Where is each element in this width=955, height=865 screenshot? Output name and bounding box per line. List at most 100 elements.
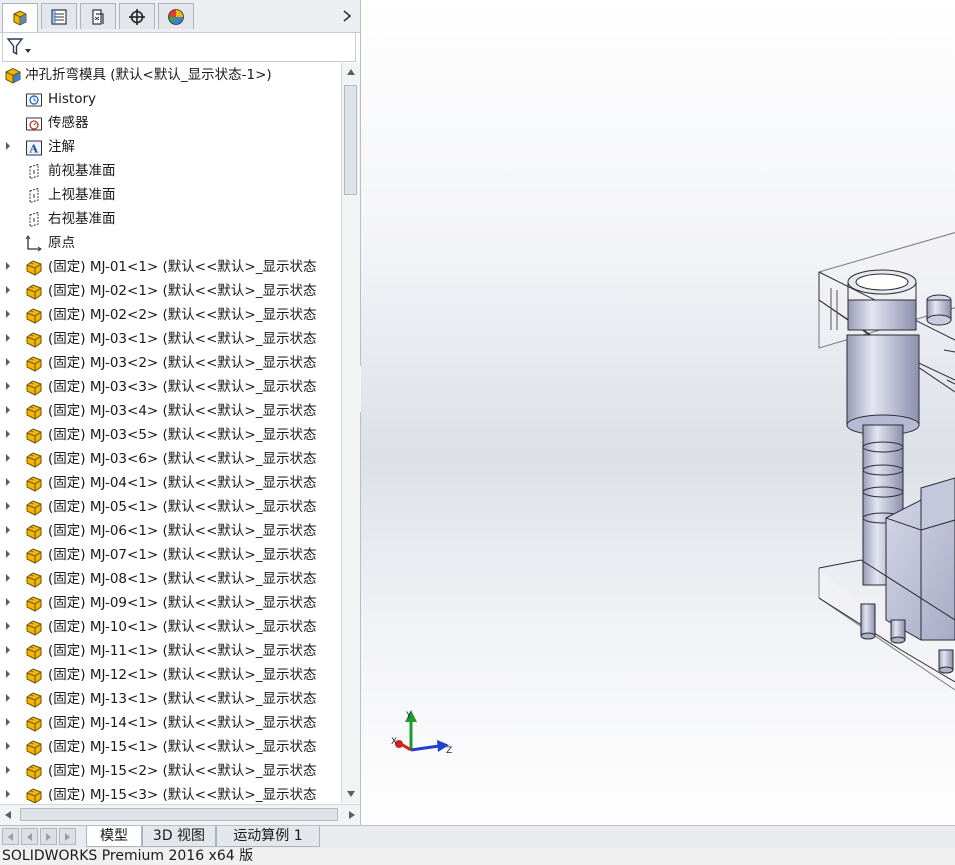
tree-item[interactable]: (固定) MJ-06<1> (默认<<默认>_显示状态 <box>0 519 341 543</box>
tree-item[interactable]: 传感器 <box>0 111 341 135</box>
expand-arrow-icon[interactable] <box>6 670 10 678</box>
die-assembly-model[interactable] <box>361 0 955 825</box>
graphics-area[interactable]: Y X Z <box>361 0 955 825</box>
tree-item[interactable]: (固定) MJ-15<2> (默认<<默认>_显示状态 <box>0 759 341 783</box>
expand-arrow-icon[interactable] <box>6 430 10 438</box>
tab-configuration-manager[interactable] <box>80 3 116 29</box>
tree-item[interactable]: (固定) MJ-04<1> (默认<<默认>_显示状态 <box>0 471 341 495</box>
tree-item[interactable]: 原点 <box>0 231 341 255</box>
tree-item-label: (固定) MJ-15<3> (默认<<默认>_显示状态 <box>48 787 317 803</box>
expand-arrow-icon[interactable] <box>6 574 10 582</box>
expand-arrow-icon[interactable] <box>6 262 10 270</box>
tab-dimxpert-manager[interactable] <box>119 3 155 29</box>
tree-item-label: (固定) MJ-15<2> (默认<<默认>_显示状态 <box>48 763 317 779</box>
expand-arrow-icon[interactable] <box>6 382 10 390</box>
part-icon <box>26 524 42 540</box>
tree-item[interactable]: A 注解 <box>0 135 341 159</box>
part-icon <box>26 308 42 324</box>
tree-item[interactable]: (固定) MJ-03<1> (默认<<默认>_显示状态 <box>0 327 341 351</box>
filter-icon[interactable] <box>6 37 32 57</box>
part-icon <box>26 788 42 803</box>
tab-overflow-chevron-icon[interactable] <box>340 6 354 26</box>
expand-arrow-icon[interactable] <box>6 766 10 774</box>
tree-root-assembly[interactable]: 冲孔折弯模具 (默认<默认_显示状态-1>) <box>0 63 341 87</box>
tree-item[interactable]: (固定) MJ-11<1> (默认<<默认>_显示状态 <box>0 639 341 663</box>
tree-item[interactable]: (固定) MJ-05<1> (默认<<默认>_显示状态 <box>0 495 341 519</box>
expand-arrow-icon[interactable] <box>6 550 10 558</box>
tree-filter-bar[interactable] <box>2 32 356 62</box>
expand-arrow-icon[interactable] <box>6 142 10 150</box>
status-bar: SOLIDWORKS Premium 2016 x64 版 <box>0 848 955 865</box>
part-icon <box>26 764 42 780</box>
scroll-down-arrow-icon[interactable] <box>347 791 355 797</box>
expand-arrow-icon[interactable] <box>6 742 10 750</box>
tree-item[interactable]: (固定) MJ-14<1> (默认<<默认>_显示状态 <box>0 711 341 735</box>
scroll-right-arrow-icon[interactable] <box>349 811 355 819</box>
expand-arrow-icon[interactable] <box>6 694 10 702</box>
tree-item[interactable]: 右视基准面 <box>0 207 341 231</box>
last-tab-button[interactable] <box>59 828 76 845</box>
tree-item[interactable]: (固定) MJ-09<1> (默认<<默认>_显示状态 <box>0 591 341 615</box>
tree-horizontal-scrollbar[interactable] <box>0 804 360 825</box>
tree-item[interactable]: (固定) MJ-08<1> (默认<<默认>_显示状态 <box>0 567 341 591</box>
expand-arrow-icon[interactable] <box>6 478 10 486</box>
tree-item-label: (固定) MJ-13<1> (默认<<默认>_显示状态 <box>48 691 317 707</box>
svg-text:A: A <box>29 143 39 156</box>
tree-item[interactable]: (固定) MJ-10<1> (默认<<默认>_显示状态 <box>0 615 341 639</box>
tree-item-label: (固定) MJ-11<1> (默认<<默认>_显示状态 <box>48 643 317 659</box>
tab-motion-study[interactable]: 运动算例 1 <box>216 826 320 847</box>
tree-item[interactable]: (固定) MJ-07<1> (默认<<默认>_显示状态 <box>0 543 341 567</box>
expand-arrow-icon[interactable] <box>6 334 10 342</box>
manager-tab-strip <box>0 0 360 33</box>
expand-arrow-icon[interactable] <box>6 358 10 366</box>
tree-item[interactable]: 上视基准面 <box>0 183 341 207</box>
tree-item[interactable]: (固定) MJ-15<3> (默认<<默认>_显示状态 <box>0 783 341 803</box>
tree-item[interactable]: (固定) MJ-02<2> (默认<<默认>_显示状态 <box>0 303 341 327</box>
tree-item[interactable]: (固定) MJ-15<1> (默认<<默认>_显示状态 <box>0 735 341 759</box>
expand-arrow-icon[interactable] <box>6 286 10 294</box>
tree-item[interactable]: (固定) MJ-03<2> (默认<<默认>_显示状态 <box>0 351 341 375</box>
tree-item-label: (固定) MJ-02<1> (默认<<默认>_显示状态 <box>48 283 317 299</box>
tree-item[interactable]: (固定) MJ-02<1> (默认<<默认>_显示状态 <box>0 279 341 303</box>
tree-item-label: (固定) MJ-03<2> (默认<<默认>_显示状态 <box>48 355 317 371</box>
scrollbar-thumb[interactable] <box>344 85 357 195</box>
tab-model[interactable]: 模型 <box>86 826 142 847</box>
tab-property-manager[interactable] <box>41 3 77 29</box>
next-tab-button[interactable] <box>40 828 57 845</box>
expand-arrow-icon[interactable] <box>6 790 10 798</box>
tree-item[interactable]: (固定) MJ-13<1> (默认<<默认>_显示状态 <box>0 687 341 711</box>
scroll-left-arrow-icon[interactable] <box>5 811 11 819</box>
expand-arrow-icon[interactable] <box>6 526 10 534</box>
tree-vertical-scrollbar[interactable] <box>341 63 360 803</box>
tree-item[interactable]: (固定) MJ-03<6> (默认<<默认>_显示状态 <box>0 447 341 471</box>
tree-item[interactable]: (固定) MJ-01<1> (默认<<默认>_显示状态 <box>0 255 341 279</box>
tab-display-manager[interactable] <box>158 3 194 29</box>
expand-arrow-icon[interactable] <box>6 622 10 630</box>
bottom-tab-bar: 模型 3D 视图 运动算例 1 <box>0 825 955 848</box>
scroll-up-arrow-icon[interactable] <box>347 69 355 75</box>
tab-3d-view[interactable]: 3D 视图 <box>142 826 216 847</box>
expand-arrow-icon[interactable] <box>6 598 10 606</box>
tree-item[interactable]: (固定) MJ-03<5> (默认<<默认>_显示状态 <box>0 423 341 447</box>
expand-arrow-icon[interactable] <box>6 646 10 654</box>
expand-arrow-icon[interactable] <box>6 718 10 726</box>
prev-tab-button[interactable] <box>21 828 38 845</box>
scrollbar-thumb-horizontal[interactable] <box>20 808 338 821</box>
tab-feature-manager[interactable] <box>2 3 38 32</box>
configuration-manager-icon <box>92 8 104 25</box>
tree-item[interactable]: 前视基准面 <box>0 159 341 183</box>
expand-arrow-icon[interactable] <box>6 310 10 318</box>
tree-item-label: (固定) MJ-08<1> (默认<<默认>_显示状态 <box>48 571 317 587</box>
tree-item[interactable]: (固定) MJ-03<4> (默认<<默认>_显示状态 <box>0 399 341 423</box>
tree-item[interactable]: (固定) MJ-12<1> (默认<<默认>_显示状态 <box>0 663 341 687</box>
first-tab-button[interactable] <box>2 828 19 845</box>
tree-item[interactable]: (固定) MJ-03<3> (默认<<默认>_显示状态 <box>0 375 341 399</box>
tree-item[interactable]: History <box>0 87 341 111</box>
tree-item-label: (固定) MJ-10<1> (默认<<默认>_显示状态 <box>48 619 317 635</box>
expand-arrow-icon[interactable] <box>6 406 10 414</box>
tree-item-label: 右视基准面 <box>48 211 116 227</box>
triad-z-axis <box>410 740 449 752</box>
part-icon <box>26 548 42 564</box>
expand-arrow-icon[interactable] <box>6 502 10 510</box>
expand-arrow-icon[interactable] <box>6 454 10 462</box>
